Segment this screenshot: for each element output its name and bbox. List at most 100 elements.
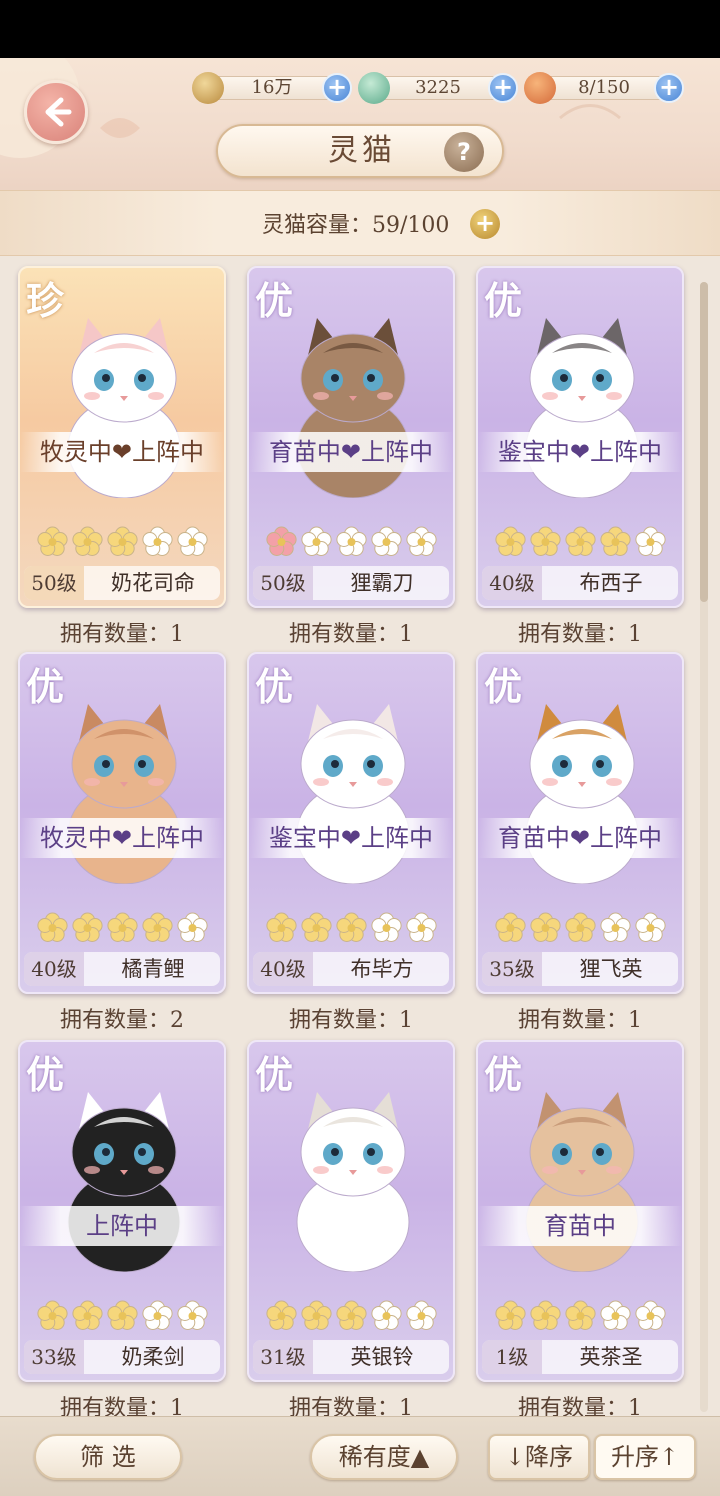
- flower-star-filled-icon: [565, 912, 596, 942]
- flower-star-filled-icon: [37, 526, 68, 556]
- cat-level: 35级: [482, 952, 542, 986]
- cat-card[interactable]: 优鉴宝中❤上阵中 40级 布毕方: [247, 652, 455, 994]
- resource-food-value: 8/150: [538, 76, 670, 100]
- status-label: 育苗中❤上阵中: [249, 432, 453, 472]
- flower-star-empty-icon: [177, 1300, 208, 1330]
- flower-star-filled-icon: [266, 526, 297, 556]
- flower-star-filled-icon: [37, 1300, 68, 1330]
- resource-jade-value: 3225: [372, 76, 504, 100]
- owned-count: 拥有数量：1: [289, 1008, 413, 1033]
- flower-star-empty-icon: [371, 1300, 402, 1330]
- flower-star-filled-icon: [301, 1300, 332, 1330]
- add-paw-coin-button[interactable]: +: [322, 73, 352, 103]
- status-label: 育苗中: [478, 1206, 682, 1246]
- cat-level: 50级: [24, 566, 84, 600]
- resource-paw-coin-value: 16万: [206, 76, 338, 100]
- star-rating: [494, 1300, 670, 1332]
- flower-star-empty-icon: [336, 526, 367, 556]
- flower-star-empty-icon: [177, 912, 208, 942]
- status-label: 牧灵中❤上阵中: [20, 432, 224, 472]
- cat-level: 50级: [253, 566, 313, 600]
- cat-card[interactable]: 优上阵中 33级 奶柔剑: [18, 1040, 226, 1382]
- help-button[interactable]: ?: [444, 132, 484, 172]
- flower-star-filled-icon: [37, 912, 68, 942]
- cat-card[interactable]: 优鉴宝中❤上阵中 40级 布西子: [476, 266, 684, 608]
- cat-level: 1级: [482, 1340, 542, 1374]
- flower-star-filled-icon: [336, 912, 367, 942]
- flower-star-empty-icon: [406, 526, 437, 556]
- add-jade-button[interactable]: +: [488, 73, 518, 103]
- sort-descending-button[interactable]: ↓降序: [488, 1434, 590, 1480]
- capacity-label: 灵猫容量：59/100: [262, 213, 450, 238]
- flower-star-filled-icon: [495, 526, 526, 556]
- flower-star-filled-icon: [107, 1300, 138, 1330]
- flower-star-empty-icon: [406, 1300, 437, 1330]
- add-capacity-button[interactable]: +: [470, 209, 500, 239]
- cat-card[interactable]: 优牧灵中❤上阵中 40级 橘青鲤: [18, 652, 226, 994]
- flower-star-filled-icon: [565, 1300, 596, 1330]
- food-bowl-icon: [524, 72, 556, 104]
- owned-count: 拥有数量：1: [518, 622, 642, 647]
- owned-count: 拥有数量：2: [60, 1008, 184, 1033]
- sort-ascending-button[interactable]: 升序↑: [594, 1434, 696, 1480]
- flower-star-empty-icon: [142, 526, 173, 556]
- star-rating: [494, 912, 670, 944]
- resource-food: 8/150 +: [524, 70, 684, 104]
- scrollbar-thumb[interactable]: [700, 282, 708, 602]
- flower-star-filled-icon: [336, 1300, 367, 1330]
- flower-star-filled-icon: [495, 912, 526, 942]
- owned-count: 拥有数量：1: [518, 1008, 642, 1033]
- cat-card[interactable]: 珍牧灵中❤上阵中 50级 奶花司命: [18, 266, 226, 608]
- cat-illustration: [296, 1092, 410, 1272]
- cat-level: 40级: [482, 566, 542, 600]
- flower-star-empty-icon: [177, 526, 208, 556]
- cat-card[interactable]: 优育苗中❤上阵中 50级 狸霸刀: [247, 266, 455, 608]
- flower-star-filled-icon: [266, 1300, 297, 1330]
- star-rating: [36, 526, 212, 558]
- cat-name: 奶柔剑: [121, 1345, 185, 1369]
- flower-star-empty-icon: [635, 526, 666, 556]
- flower-star-filled-icon: [530, 912, 561, 942]
- flower-star-filled-icon: [301, 912, 332, 942]
- status-label: 牧灵中❤上阵中: [20, 818, 224, 858]
- owned-count: 拥有数量：1: [289, 622, 413, 647]
- star-rating: [265, 912, 441, 944]
- jade-gem-icon: [358, 72, 390, 104]
- filter-button[interactable]: 筛 选: [34, 1434, 182, 1480]
- flower-star-filled-icon: [565, 526, 596, 556]
- cat-name: 英茶圣: [579, 1345, 643, 1369]
- status-label: 鉴宝中❤上阵中: [249, 818, 453, 858]
- flower-star-filled-icon: [495, 1300, 526, 1330]
- flower-star-empty-icon: [142, 1300, 173, 1330]
- star-rating: [494, 526, 670, 558]
- cat-name: 橘青鲤: [121, 957, 185, 981]
- cat-name: 狸霸刀: [350, 571, 414, 595]
- back-button[interactable]: [24, 80, 88, 144]
- flower-star-filled-icon: [142, 912, 173, 942]
- cat-card[interactable]: 优育苗中❤上阵中 35级 狸飞英: [476, 652, 684, 994]
- sort-rarity-button[interactable]: 稀有度▲: [310, 1434, 458, 1480]
- flower-star-empty-icon: [301, 526, 332, 556]
- paw-coin-icon: [192, 72, 224, 104]
- flower-star-filled-icon: [266, 912, 297, 942]
- add-food-button[interactable]: +: [654, 73, 684, 103]
- resource-jade: 3225 +: [358, 70, 518, 104]
- cat-name: 狸飞英: [579, 957, 643, 981]
- cat-name: 布毕方: [350, 957, 414, 981]
- flower-star-filled-icon: [600, 526, 631, 556]
- cat-grid: 珍牧灵中❤上阵中 50级 奶花司命 拥有数量：1 优育苗中❤上阵中 50级 狸霸刀 拥有数量：…: [0, 260, 720, 1421]
- status-label: 鉴宝中❤上阵中: [478, 432, 682, 472]
- flower-star-empty-icon: [371, 526, 402, 556]
- star-rating: [36, 1300, 212, 1332]
- status-bar: [0, 0, 720, 58]
- star-rating: [265, 526, 441, 558]
- flower-star-filled-icon: [72, 526, 103, 556]
- flower-star-filled-icon: [107, 526, 138, 556]
- cat-card[interactable]: 优 31级 英银铃: [247, 1040, 455, 1382]
- cat-level: 40级: [253, 952, 313, 986]
- cat-name: 布西子: [579, 571, 643, 595]
- flower-star-filled-icon: [72, 1300, 103, 1330]
- flower-star-filled-icon: [530, 1300, 561, 1330]
- flower-star-filled-icon: [72, 912, 103, 942]
- cat-card[interactable]: 优育苗中 1级 英茶圣: [476, 1040, 684, 1382]
